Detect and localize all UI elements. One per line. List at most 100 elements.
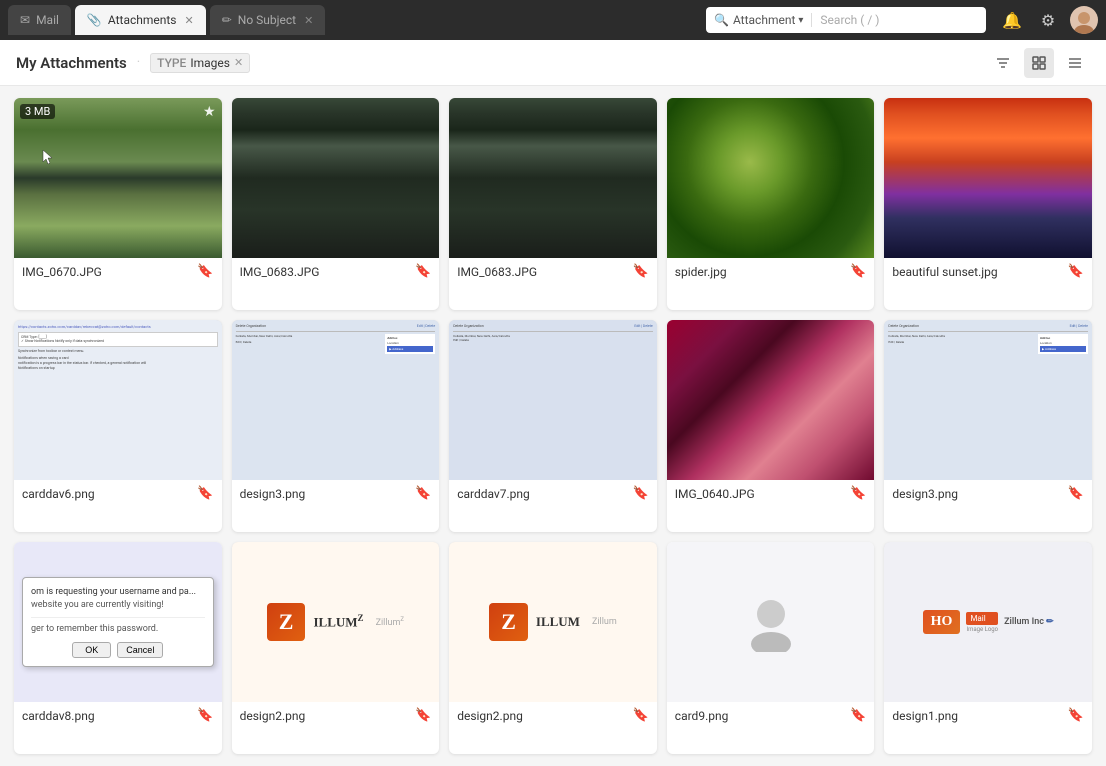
- card-info: design3.png 🔖: [232, 480, 440, 509]
- tab-attachments-close[interactable]: ✕: [185, 14, 194, 27]
- grid-view-button[interactable]: [1024, 48, 1054, 78]
- card-thumbnail: 3 MB ★: [14, 98, 222, 258]
- card-info: carddav8.png 🔖: [14, 702, 222, 731]
- bookmark-button[interactable]: 🔖: [1068, 708, 1084, 723]
- card-info: card9.png 🔖: [667, 702, 875, 731]
- list-view-button[interactable]: [1060, 48, 1090, 78]
- search-icon: 🔍: [714, 13, 729, 27]
- card-filename: carddav7.png: [457, 487, 632, 501]
- card-thumbnail: [667, 542, 875, 702]
- tab-no-subject-close[interactable]: ✕: [304, 14, 313, 27]
- filter-icon: [995, 55, 1011, 71]
- card-filename: IMG_0670.JPG: [22, 265, 197, 279]
- header-actions: [988, 48, 1090, 78]
- card-thumbnail: https://contacts.zoho.com/carddav/rebecc…: [14, 320, 222, 480]
- list-icon: [1067, 55, 1083, 71]
- gallery-grid: 3 MB ★ ✉ ➤ ⬇ ⋮ IMG_0670.JPG 🔖 ✉ ➤ ⬇ ⋮ I: [0, 86, 1106, 766]
- tab-mail[interactable]: ✉ Mail: [8, 5, 71, 35]
- image-card[interactable]: Z ILLUMZ ZillumZ ✉ ➤ ⬇ ⋮ design2.png 🔖: [232, 542, 440, 754]
- mail-icon: ✉: [20, 13, 30, 27]
- card-thumbnail: Z ILLUM Zillum: [449, 542, 657, 702]
- card-thumbnail: HO Mail Image Logo Zillum Inc ✏: [884, 542, 1092, 702]
- filter-key: TYPE: [157, 56, 186, 70]
- star-button[interactable]: ★: [203, 104, 216, 120]
- card-filename: design2.png: [457, 709, 632, 723]
- card-thumbnail: [667, 98, 875, 258]
- bookmark-button[interactable]: 🔖: [633, 486, 649, 501]
- page-title: My Attachments: [16, 54, 127, 72]
- image-card[interactable]: HO Mail Image Logo Zillum Inc ✏ ✉ ➤ ⬇ ⋮ …: [884, 542, 1092, 754]
- image-card[interactable]: Delete Organization Edit | Delete Kolkat…: [449, 320, 657, 532]
- card-filename: IMG_0640.JPG: [675, 487, 850, 501]
- bookmark-button[interactable]: 🔖: [415, 264, 431, 279]
- card-info: design2.png 🔖: [232, 702, 440, 731]
- image-card[interactable]: https://contacts.zoho.com/carddav/rebecc…: [14, 320, 222, 532]
- bookmark-button[interactable]: 🔖: [1068, 264, 1084, 279]
- card-info: IMG_0683.JPG 🔖: [232, 258, 440, 287]
- image-card[interactable]: ✉ ➤ ⬇ ⋮ beautiful sunset.jpg 🔖: [884, 98, 1092, 310]
- bookmark-button[interactable]: 🔖: [633, 708, 649, 723]
- image-card[interactable]: ✉ ➤ ⬇ ⋮ spider.jpg 🔖: [667, 98, 875, 310]
- card-thumbnail: [884, 98, 1092, 258]
- card-filename: IMG_0683.JPG: [457, 265, 632, 279]
- user-avatar[interactable]: [1070, 6, 1098, 34]
- card-filename: beautiful sunset.jpg: [892, 265, 1067, 279]
- image-card[interactable]: 3 MB ★ ✉ ➤ ⬇ ⋮ IMG_0670.JPG 🔖: [14, 98, 222, 310]
- grid-icon: [1031, 55, 1047, 71]
- card-info: design3.png 🔖: [884, 480, 1092, 509]
- bookmark-button[interactable]: 🔖: [415, 708, 431, 723]
- card-thumbnail: [449, 98, 657, 258]
- card-info: spider.jpg 🔖: [667, 258, 875, 287]
- bookmark-button[interactable]: 🔖: [197, 486, 213, 501]
- image-card[interactable]: ✉ ➤ ⬇ ⋮ IMG_0640.JPG 🔖: [667, 320, 875, 532]
- search-placeholder: Search ( / ): [820, 13, 879, 27]
- bookmark-button[interactable]: 🔖: [850, 264, 866, 279]
- card-thumbnail: Delete Organization Edit | Delete Kolkat…: [884, 320, 1092, 480]
- search-type-chevron: ▾: [798, 15, 803, 26]
- bookmark-button[interactable]: 🔖: [850, 708, 866, 723]
- tab-attachments[interactable]: 📎 Attachments ✕: [75, 5, 206, 35]
- bookmark-button[interactable]: 🔖: [1068, 486, 1084, 501]
- card-info: beautiful sunset.jpg 🔖: [884, 258, 1092, 287]
- bookmark-button[interactable]: 🔖: [197, 708, 213, 723]
- bookmark-button[interactable]: 🔖: [197, 264, 213, 279]
- tab-no-subject-label: No Subject: [238, 13, 296, 27]
- image-card[interactable]: ✉ ➤ ⬇ ⋮ card9.png 🔖: [667, 542, 875, 754]
- filter-value: Images: [190, 56, 230, 70]
- card-filename: carddav6.png: [22, 487, 197, 501]
- bookmark-button[interactable]: 🔖: [850, 486, 866, 501]
- bookmark-button[interactable]: 🔖: [633, 264, 649, 279]
- breadcrumb-separator: ·: [137, 55, 140, 70]
- filter-button[interactable]: [988, 48, 1018, 78]
- card-thumbnail: [232, 98, 440, 258]
- card-info: design2.png 🔖: [449, 702, 657, 731]
- card-info: design1.png 🔖: [884, 702, 1092, 731]
- card-filename: design1.png: [892, 709, 1067, 723]
- page-header: My Attachments · TYPE Images ✕: [0, 40, 1106, 86]
- card-thumbnail: Z ILLUMZ ZillumZ: [232, 542, 440, 702]
- top-icons: 🔔 ⚙: [998, 6, 1098, 34]
- top-bar: ✉ Mail 📎 Attachments ✕ ✏ No Subject ✕ 🔍 …: [0, 0, 1106, 40]
- bookmark-button[interactable]: 🔖: [415, 486, 431, 501]
- card-info: IMG_0640.JPG 🔖: [667, 480, 875, 509]
- filter-remove-button[interactable]: ✕: [234, 56, 243, 69]
- tab-no-subject[interactable]: ✏ No Subject ✕: [210, 5, 326, 35]
- settings-icon[interactable]: ⚙: [1034, 6, 1062, 34]
- image-card[interactable]: Z ILLUM Zillum ✉ ➤ ⬇ ⋮ design2.png 🔖: [449, 542, 657, 754]
- search-type-label: Attachment: [733, 13, 795, 27]
- card-thumbnail: om is requesting your username and pa...…: [14, 542, 222, 702]
- image-card[interactable]: Delete Organization Edit | Delete Kolkat…: [884, 320, 1092, 532]
- card-thumbnail: Delete Organization Edit | Delete Kolkat…: [449, 320, 657, 480]
- search-bar[interactable]: 🔍 Attachment ▾ Search ( / ): [706, 7, 986, 33]
- image-card[interactable]: om is requesting your username and pa...…: [14, 542, 222, 754]
- attachment-icon: 📎: [87, 13, 102, 27]
- image-card[interactable]: ✉ ➤ ⬇ ⋮ IMG_0683.JPG 🔖: [232, 98, 440, 310]
- card-thumbnail: [667, 320, 875, 480]
- card-thumbnail: Delete Organization Edit | Delete Kolkat…: [232, 320, 440, 480]
- card-info: IMG_0670.JPG 🔖: [14, 258, 222, 287]
- edit-icon: ✏: [222, 13, 232, 27]
- search-type-selector[interactable]: Attachment ▾: [733, 13, 812, 27]
- image-card[interactable]: Delete Organization Edit | Delete Kolkat…: [232, 320, 440, 532]
- notifications-icon[interactable]: 🔔: [998, 6, 1026, 34]
- image-card[interactable]: ✉ ➤ ⬇ ⋮ IMG_0683.JPG 🔖: [449, 98, 657, 310]
